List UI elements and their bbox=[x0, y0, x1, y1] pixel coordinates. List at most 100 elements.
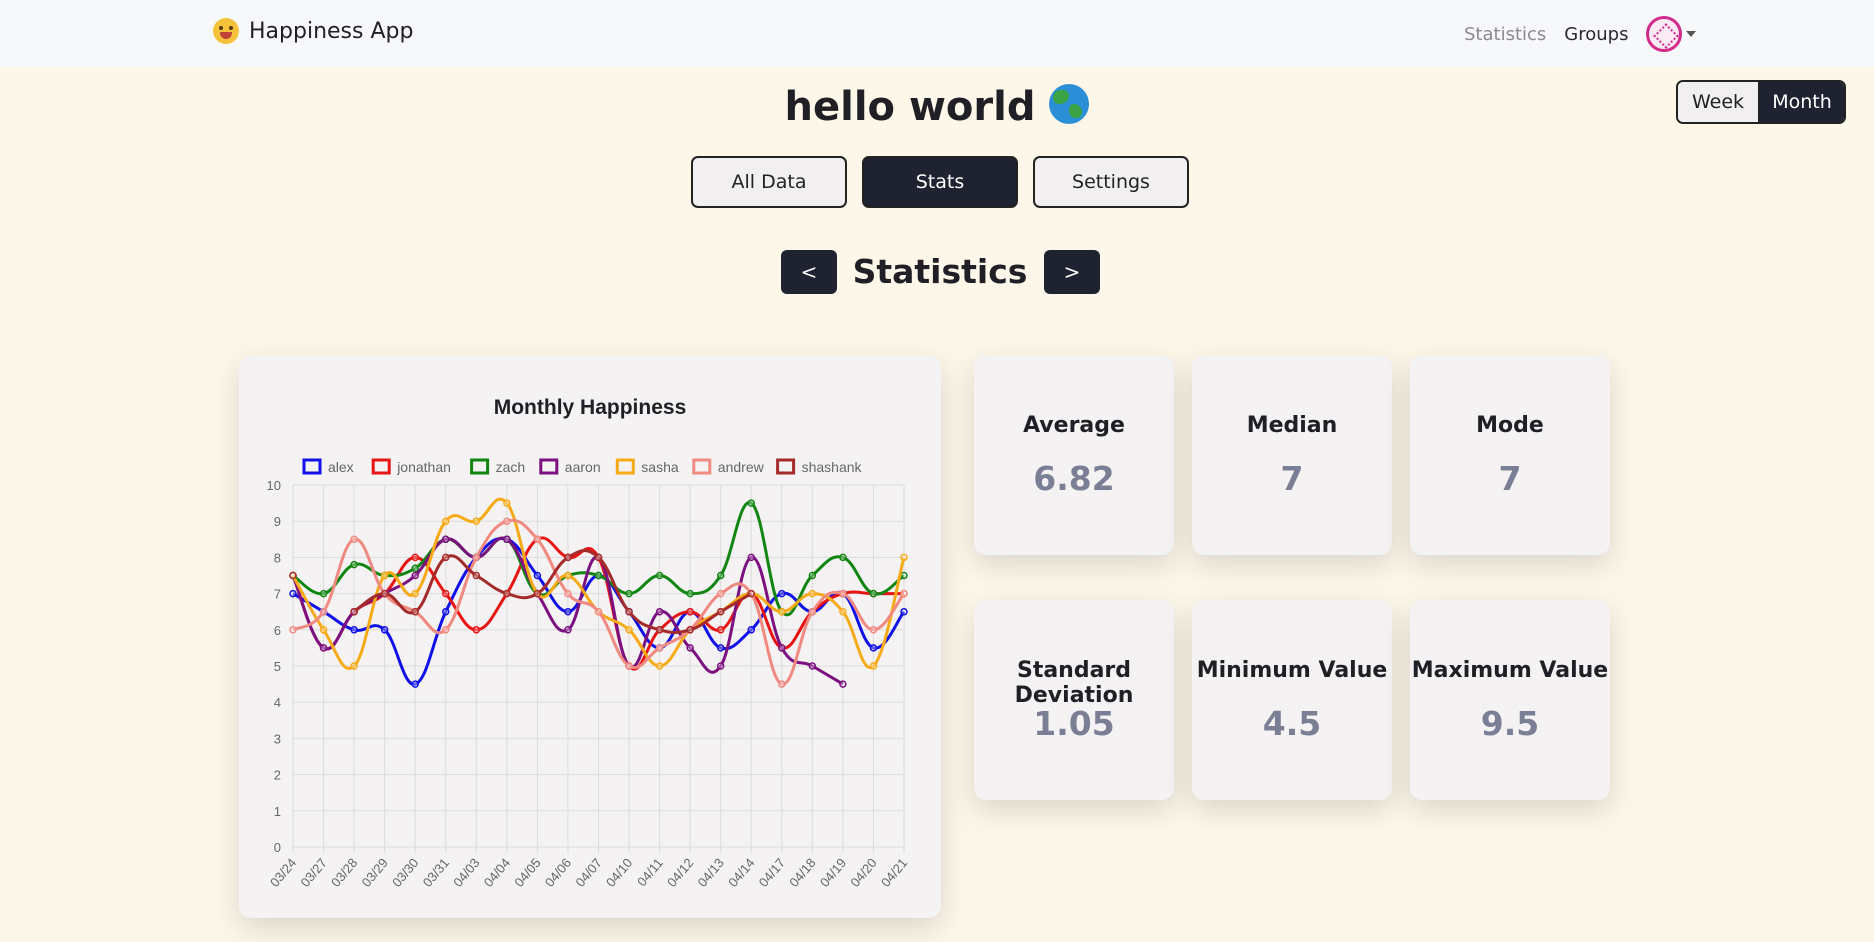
data-point[interactable] bbox=[350, 535, 358, 544]
data-point[interactable] bbox=[716, 589, 725, 598]
data-point[interactable] bbox=[778, 607, 786, 616]
legend-swatch[interactable] bbox=[371, 458, 391, 475]
legend-label[interactable]: jonathan bbox=[396, 459, 451, 475]
legend-label[interactable]: shashank bbox=[802, 459, 863, 475]
data-point[interactable] bbox=[747, 553, 755, 562]
data-point[interactable] bbox=[778, 644, 786, 652]
nav-link-statistics[interactable]: Statistics bbox=[1464, 24, 1546, 45]
data-point[interactable] bbox=[472, 626, 481, 634]
data-point[interactable] bbox=[411, 571, 419, 580]
data-point[interactable] bbox=[900, 553, 908, 562]
data-point[interactable] bbox=[350, 662, 358, 670]
legend-label[interactable]: aaron bbox=[565, 459, 601, 475]
data-point[interactable] bbox=[594, 571, 603, 580]
data-point[interactable] bbox=[716, 571, 725, 580]
data-point[interactable] bbox=[686, 626, 694, 634]
data-point[interactable] bbox=[411, 589, 419, 598]
legend-label[interactable]: andrew bbox=[718, 459, 765, 475]
data-point[interactable] bbox=[808, 662, 817, 670]
legend-label[interactable]: alex bbox=[328, 459, 354, 475]
data-point[interactable] bbox=[900, 607, 908, 616]
data-point[interactable] bbox=[380, 571, 389, 580]
data-point[interactable] bbox=[808, 589, 817, 598]
data-point[interactable] bbox=[380, 626, 389, 634]
data-point[interactable] bbox=[564, 571, 572, 580]
data-point[interactable] bbox=[442, 626, 450, 634]
data-point[interactable] bbox=[625, 626, 633, 634]
data-point[interactable] bbox=[900, 571, 908, 580]
data-point[interactable] bbox=[319, 626, 328, 634]
data-point[interactable] bbox=[839, 607, 847, 616]
data-point[interactable] bbox=[869, 626, 878, 634]
data-point[interactable] bbox=[319, 607, 328, 616]
data-point[interactable] bbox=[594, 607, 603, 616]
data-point[interactable] bbox=[442, 589, 450, 598]
next-period-button[interactable]: > bbox=[1044, 250, 1100, 294]
data-point[interactable] bbox=[808, 607, 817, 616]
data-point[interactable] bbox=[686, 607, 694, 616]
legend-swatch[interactable] bbox=[302, 458, 322, 475]
data-point[interactable] bbox=[503, 535, 511, 544]
legend-label[interactable]: zach bbox=[496, 459, 526, 475]
data-point[interactable] bbox=[716, 607, 725, 616]
data-point[interactable] bbox=[564, 626, 572, 634]
data-point[interactable] bbox=[289, 626, 297, 634]
data-point[interactable] bbox=[350, 607, 358, 616]
data-point[interactable] bbox=[716, 662, 725, 670]
data-point[interactable] bbox=[442, 535, 450, 544]
nav-link-groups[interactable]: Groups bbox=[1564, 24, 1628, 45]
data-point[interactable] bbox=[533, 535, 542, 544]
data-point[interactable] bbox=[900, 589, 908, 598]
data-point[interactable] bbox=[503, 499, 511, 507]
tab-settings[interactable]: Settings bbox=[1033, 156, 1189, 208]
data-point[interactable] bbox=[869, 644, 878, 652]
legend-swatch[interactable] bbox=[776, 458, 796, 475]
data-point[interactable] bbox=[564, 553, 572, 562]
data-point[interactable] bbox=[625, 662, 633, 670]
data-point[interactable] bbox=[716, 626, 725, 634]
legend-label[interactable]: sasha bbox=[641, 459, 679, 475]
data-point[interactable] bbox=[686, 644, 694, 652]
legend-swatch[interactable] bbox=[539, 458, 559, 475]
data-point[interactable] bbox=[503, 517, 511, 525]
data-point[interactable] bbox=[869, 662, 878, 670]
user-avatar-icon[interactable] bbox=[1646, 16, 1683, 52]
data-point[interactable] bbox=[655, 607, 664, 616]
data-point[interactable] bbox=[747, 626, 755, 634]
data-point[interactable] bbox=[472, 553, 481, 562]
data-point[interactable] bbox=[289, 589, 297, 598]
data-point[interactable] bbox=[839, 553, 847, 562]
data-point[interactable] bbox=[442, 607, 450, 616]
data-point[interactable] bbox=[564, 607, 572, 616]
tab-all-data[interactable]: All Data bbox=[691, 156, 847, 208]
data-point[interactable] bbox=[411, 607, 419, 616]
data-point[interactable] bbox=[319, 644, 328, 652]
data-point[interactable] bbox=[778, 680, 786, 688]
tab-stats[interactable]: Stats bbox=[862, 156, 1018, 208]
data-point[interactable] bbox=[289, 571, 297, 580]
chevron-down-icon[interactable] bbox=[1686, 31, 1697, 37]
data-point[interactable] bbox=[411, 564, 419, 573]
data-point[interactable] bbox=[655, 626, 664, 634]
data-point[interactable] bbox=[655, 571, 664, 580]
data-point[interactable] bbox=[839, 589, 847, 598]
data-point[interactable] bbox=[380, 589, 389, 598]
data-point[interactable] bbox=[411, 680, 419, 688]
legend-swatch[interactable] bbox=[692, 458, 712, 475]
data-point[interactable] bbox=[319, 589, 328, 598]
data-point[interactable] bbox=[442, 553, 450, 562]
data-point[interactable] bbox=[625, 607, 633, 616]
data-point[interactable] bbox=[564, 589, 572, 598]
data-point[interactable] bbox=[747, 499, 755, 507]
data-point[interactable] bbox=[472, 571, 481, 580]
data-point[interactable] bbox=[778, 589, 786, 598]
data-point[interactable] bbox=[747, 589, 755, 598]
data-point[interactable] bbox=[472, 517, 481, 525]
data-point[interactable] bbox=[503, 589, 511, 598]
legend-swatch[interactable] bbox=[615, 458, 635, 475]
data-point[interactable] bbox=[442, 517, 450, 525]
data-point[interactable] bbox=[350, 560, 358, 569]
data-point[interactable] bbox=[533, 571, 542, 580]
legend-swatch[interactable] bbox=[470, 458, 490, 475]
data-point[interactable] bbox=[686, 589, 694, 598]
